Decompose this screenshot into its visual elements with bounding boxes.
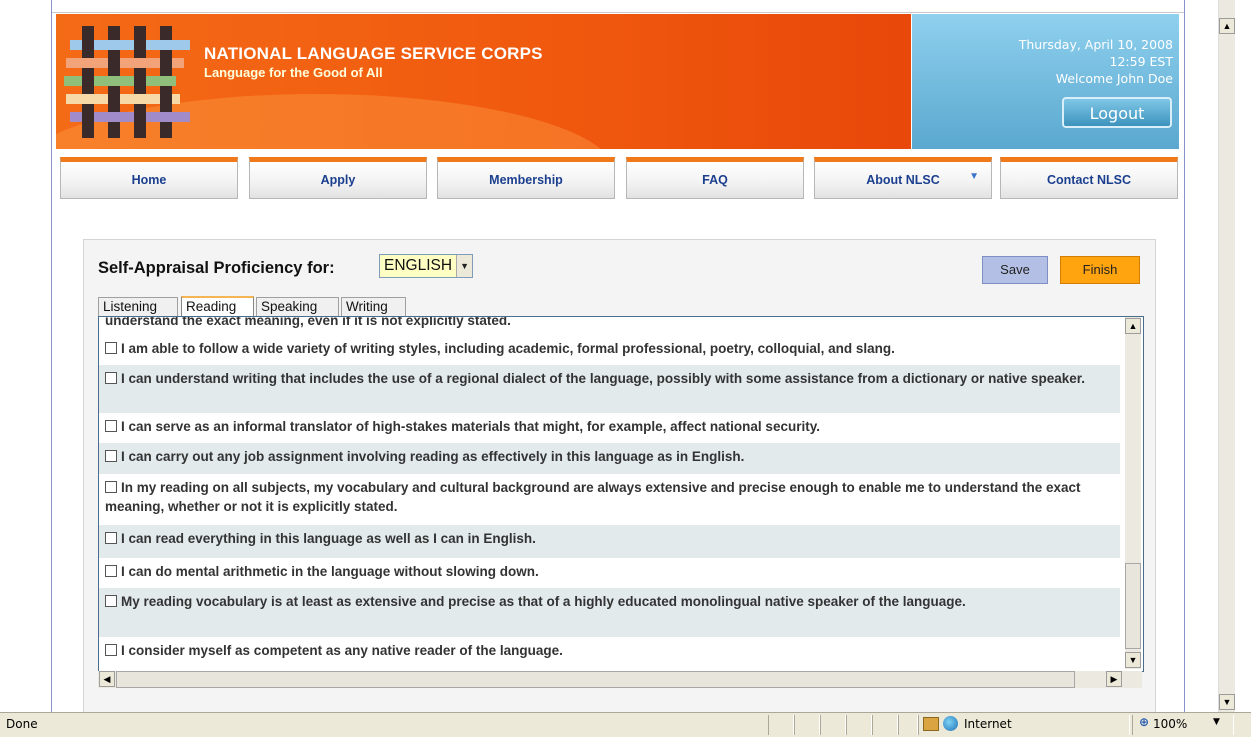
security-zone[interactable]: Internet — [918, 715, 1130, 735]
user-panel: Thursday, April 10, 2008 12:59 EST Welco… — [912, 14, 1179, 149]
status-pane — [768, 715, 794, 735]
tab-reading[interactable]: Reading — [181, 296, 254, 317]
page-frame: NATIONAL LANGUAGE SERVICE CORPS Language… — [51, 0, 1185, 712]
zoom-icon: ⊕ — [1139, 715, 1150, 729]
statement-checkbox[interactable] — [105, 342, 117, 354]
language-select-value: ENGLISH — [384, 257, 453, 274]
statement-text: I can serve as an informal translator of… — [121, 419, 820, 434]
scroll-right-icon[interactable]: ▶ — [1106, 671, 1122, 687]
statement-checkbox[interactable] — [105, 481, 117, 493]
logout-button[interactable]: Logout — [1062, 97, 1172, 128]
list-item: I can carry out any job assignment invol… — [99, 443, 1120, 474]
current-time: 12:59 EST — [1109, 54, 1173, 69]
nav-membership[interactable]: Membership — [437, 157, 615, 199]
status-pane — [820, 715, 846, 735]
nav-faq[interactable]: FAQ — [626, 157, 804, 199]
list-item: In my reading on all subjects, my vocabu… — [99, 474, 1120, 525]
statement-text: In my reading on all subjects, my vocabu… — [105, 480, 1081, 514]
browser-scroll-up-icon[interactable]: ▲ — [1219, 18, 1235, 34]
proficiency-form: Self-Appraisal Proficiency for: ENGLISH … — [83, 239, 1156, 712]
zoom-control[interactable]: ⊕ 100% ▼ — [1132, 715, 1234, 735]
nav-home[interactable]: Home — [60, 157, 238, 199]
tab-speaking[interactable]: Speaking — [256, 297, 339, 316]
nav-apply[interactable]: Apply — [249, 157, 427, 199]
statement-checkbox[interactable] — [105, 372, 117, 384]
site-header-banner: NATIONAL LANGUAGE SERVICE CORPS Language… — [56, 14, 911, 149]
statement-text: My reading vocabulary is at least as ext… — [121, 594, 966, 609]
browser-scroll-down-icon[interactable]: ▼ — [1219, 694, 1235, 710]
list-item: I can do mental arithmetic in the langua… — [99, 558, 1120, 588]
status-pane — [872, 715, 898, 735]
form-title: Self-Appraisal Proficiency for: — [98, 259, 335, 277]
browser-viewport: NATIONAL LANGUAGE SERVICE CORPS Language… — [0, 0, 1218, 712]
tab-listening[interactable]: Listening — [98, 297, 178, 316]
nlsc-logo — [64, 26, 190, 138]
list-item: I can read everything in this language a… — [99, 525, 1120, 558]
zoom-dropdown-icon[interactable]: ▼ — [1213, 717, 1220, 727]
globe-icon — [943, 716, 958, 731]
status-text: Done — [6, 717, 38, 731]
zone-label: Internet — [964, 717, 1012, 731]
list-vertical-scrollbar[interactable]: ▲ ▼ — [1125, 317, 1141, 669]
statement-list-items: understand the exact meaning, even if it… — [99, 317, 1120, 669]
scroll-left-icon[interactable]: ◀ — [99, 671, 115, 687]
language-select[interactable]: ENGLISH ▼ — [379, 254, 474, 278]
statement-text: I can read everything in this language a… — [121, 531, 536, 546]
list-item: I consider myself as competent as any na… — [99, 637, 1120, 667]
list-item: My reading vocabulary is at least as ext… — [99, 588, 1120, 637]
org-tagline: Language for the Good of All — [204, 65, 383, 80]
finish-button[interactable]: Finish — [1060, 256, 1140, 284]
welcome-text: Welcome John Doe — [1055, 71, 1173, 86]
status-pane — [846, 715, 872, 735]
browser-status-bar: Done Internet ⊕ 100% ▼ — [0, 712, 1251, 737]
list-item: I can understand writing that includes t… — [99, 365, 1120, 413]
list-item: I am able to follow a wide variety of wr… — [99, 335, 1120, 365]
top-strip — [52, 0, 1184, 13]
save-button[interactable]: Save — [982, 256, 1048, 284]
select-arrow-icon[interactable]: ▼ — [456, 255, 473, 277]
tab-writing[interactable]: Writing — [341, 297, 406, 316]
current-date: Thursday, April 10, 2008 — [1018, 37, 1173, 52]
nav-about-label: About NLSC — [866, 173, 940, 187]
statement-text: I consider myself as competent as any na… — [121, 643, 563, 658]
statement-text: I can carry out any job assignment invol… — [121, 449, 745, 464]
dropdown-caret-icon: ▼ — [969, 171, 979, 182]
partial-statement: understand the exact meaning, even if it… — [105, 317, 511, 328]
statement-checkbox[interactable] — [105, 450, 117, 462]
statement-checkbox[interactable] — [105, 532, 117, 544]
horizontal-scroll-thumb[interactable] — [116, 671, 1075, 688]
protected-mode-icon — [923, 717, 939, 731]
statement-checkbox[interactable] — [105, 420, 117, 432]
zoom-level: 100% — [1153, 717, 1188, 731]
scroll-down-icon[interactable]: ▼ — [1125, 652, 1141, 668]
nav-about[interactable]: About NLSC ▼ — [814, 157, 992, 199]
list-horizontal-scrollbar[interactable]: ◀ ▶ — [98, 671, 1142, 688]
statement-list: understand the exact meaning, even if it… — [98, 316, 1144, 672]
statement-checkbox[interactable] — [105, 565, 117, 577]
scroll-up-icon[interactable]: ▲ — [1125, 318, 1141, 334]
statement-text: I am able to follow a wide variety of wr… — [121, 341, 895, 356]
status-pane — [898, 715, 918, 735]
statement-text: I can understand writing that includes t… — [121, 371, 1085, 386]
status-pane — [794, 715, 820, 735]
list-item: I can serve as an informal translator of… — [99, 413, 1120, 443]
main-nav: Home Apply Membership FAQ About NLSC ▼ C… — [60, 157, 1182, 201]
statement-checkbox[interactable] — [105, 644, 117, 656]
org-title: NATIONAL LANGUAGE SERVICE CORPS — [204, 44, 543, 63]
statement-text: I can do mental arithmetic in the langua… — [121, 564, 539, 579]
statement-checkbox[interactable] — [105, 595, 117, 607]
list-scroll-thumb[interactable] — [1125, 563, 1141, 649]
browser-vertical-scrollbar[interactable]: ▲ ▼ — [1218, 0, 1235, 712]
nav-contact[interactable]: Contact NLSC — [1000, 157, 1178, 199]
